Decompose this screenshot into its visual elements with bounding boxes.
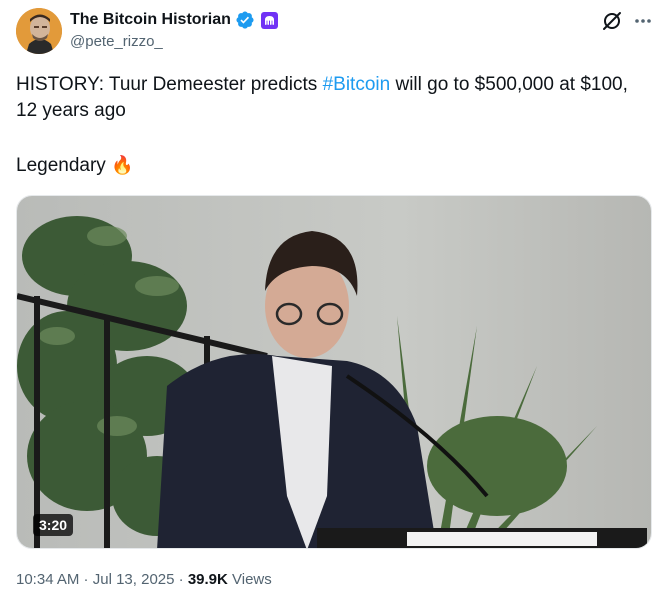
author-handle[interactable]: @pete_rizzo_ [70, 33, 163, 50]
tweet-paragraph-2: Legendary 🔥 [16, 152, 636, 179]
person-avatar-icon [16, 8, 62, 54]
tweet-paragraph-1: HISTORY: Tuur Demeester predicts #Bitcoi… [16, 72, 636, 124]
views-count: 39.9K [187, 571, 228, 588]
tweet-para2-text: Legendary [16, 155, 112, 176]
tweet-time[interactable]: 10:34 AM [16, 571, 79, 588]
video-duration-badge: 3:20 [33, 514, 74, 536]
tweet-text: HISTORY: Tuur Demeester predicts #Bitcoi… [16, 72, 636, 179]
avatar[interactable] [16, 8, 62, 54]
hashtag-link[interactable]: #Bitcoin [323, 74, 391, 95]
meta-separator: · [79, 571, 93, 588]
grok-icon[interactable] [601, 10, 623, 32]
author-display-name[interactable]: The Bitcoin Historian [70, 11, 231, 29]
video-thumbnail [17, 196, 651, 548]
author-name-row: The Bitcoin Historian [70, 9, 278, 31]
verified-badge-icon[interactable] [235, 10, 255, 30]
tweet-date[interactable]: Jul 13, 2025 [93, 571, 175, 588]
kraken-affiliate-icon[interactable] [260, 11, 278, 29]
fire-emoji-icon: 🔥 [111, 155, 134, 175]
video-player[interactable]: 3:20 [16, 195, 652, 549]
tweet-meta: 10:34 AM · Jul 13, 2025 · 39.9K Views [16, 571, 272, 588]
more-options-icon[interactable] [632, 10, 654, 32]
views-label: Views [227, 571, 272, 588]
meta-separator: · [174, 571, 188, 588]
tweet-text-before: HISTORY: Tuur Demeester predicts [16, 74, 323, 95]
